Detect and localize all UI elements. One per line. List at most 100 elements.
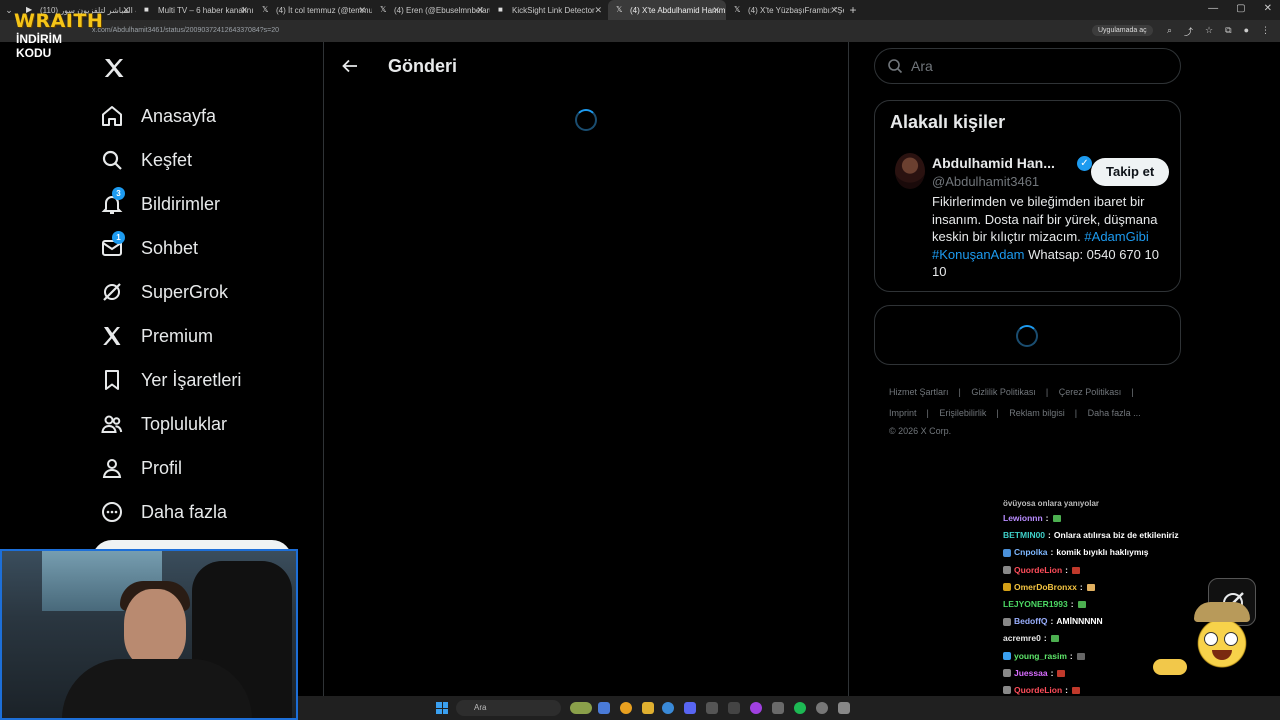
taskbar-app-icon[interactable] [570, 702, 582, 714]
new-tab-button[interactable]: + [844, 3, 862, 17]
chat-emote-icon [1052, 515, 1061, 523]
taskbar-app-icon[interactable] [816, 702, 828, 714]
nav-item-premium[interactable]: Premium [100, 314, 213, 358]
browser-tab[interactable]: ■Multi TV – 6 haber kanalını aynı...✕ [136, 0, 254, 20]
browser-tab[interactable]: 𝕏(4) X'te YüzbaşıFrambı: "Şeyh M...✕ [726, 0, 844, 20]
hashtag-link[interactable]: #AdamGibi [1084, 229, 1148, 244]
footer-link[interactable]: Daha fazla ... [1088, 408, 1141, 418]
close-window-icon[interactable]: ✕ [1264, 3, 1272, 14]
x-icon: 𝕏 [616, 5, 623, 14]
search-input[interactable] [911, 58, 1151, 74]
profile-handle[interactable]: @Abdulhamit3461 [932, 174, 1039, 189]
chat-emote-icon [1072, 566, 1081, 574]
taskbar-app-icon[interactable] [706, 702, 718, 714]
close-tab-icon[interactable]: ✕ [240, 5, 248, 16]
grok-icon [100, 280, 124, 304]
chat-message: Cnpolka: komik bıyıklı haklıymış [1003, 544, 1203, 561]
footer-link[interactable]: Imprint [889, 408, 917, 418]
tv-icon: ■ [144, 5, 149, 14]
footer-link[interactable]: Çerez Politikası [1059, 387, 1122, 397]
chat-emote-icon [1057, 669, 1066, 677]
kebab-menu-icon[interactable]: ⋮ [1261, 25, 1270, 38]
page-title: Gönderi [388, 56, 458, 76]
nav-item-label: Profil [141, 457, 183, 478]
nav-item-profil[interactable]: Profil [100, 446, 182, 490]
chat-username: BETMIN00 [1003, 530, 1046, 541]
browser-tab[interactable]: ■ KickSight Link Detector ✕ [490, 0, 608, 20]
minimize-icon[interactable]: — [1208, 3, 1218, 14]
overlay-emote [1190, 602, 1254, 672]
taskbar-app-icon[interactable] [838, 702, 850, 714]
nav-item-topluluklar[interactable]: Topluluklar [100, 402, 227, 446]
close-tab-icon[interactable]: ✕ [712, 5, 720, 16]
extensions-icon[interactable]: ⧉ [1225, 25, 1231, 38]
close-tab-icon[interactable]: ✕ [122, 5, 130, 16]
chat-separator: : [1048, 530, 1051, 541]
footer-link[interactable]: Gizlilik Politikası [971, 387, 1036, 397]
taskbar-app-icon[interactable] [772, 702, 784, 714]
chat-username: OmerDoBronxx [1014, 581, 1077, 592]
chat-partial-text: övüyosa onlara yanıyolar [1003, 499, 1100, 509]
share-icon[interactable]: ⤴ [1184, 25, 1193, 38]
nav-item-supergrok[interactable]: SuperGrok [100, 270, 228, 314]
open-in-app-button[interactable]: Uygulamada aç [1092, 25, 1153, 36]
communities-icon [100, 412, 124, 436]
profile-bio: Fikirlerimden ve bileğimden ibaret bir i… [932, 193, 1172, 281]
taskbar-app-icon[interactable] [794, 702, 806, 714]
follow-button[interactable]: Takip et [1091, 158, 1170, 186]
close-tab-icon[interactable]: ✕ [476, 5, 484, 16]
close-tab-icon[interactable]: ✕ [594, 5, 602, 16]
chat-username: acremre0 [1003, 633, 1041, 644]
taskbar-app-icon[interactable] [620, 702, 632, 714]
footer-link[interactable]: Erişilebilirlik [939, 408, 986, 418]
nav-item-anasayfa[interactable]: Anasayfa [100, 94, 216, 138]
tab-title: KickSight Link Detector [512, 5, 595, 15]
zoom-icon[interactable]: ⌕ [1167, 25, 1172, 38]
nav-item-yer-i-şaretleri[interactable]: Yer İşaretleri [100, 358, 241, 402]
profile-name-text[interactable]: Abdulhamid Han... [932, 155, 1055, 171]
x-icon: 𝕏 [262, 5, 269, 14]
webcam-overlay [0, 549, 298, 720]
nav-item-sohbet[interactable]: 1 Sohbet [100, 226, 198, 270]
close-tab-icon[interactable]: ✕ [358, 5, 366, 16]
chat-message: LEJYONER1993: [1003, 596, 1203, 613]
footer-link[interactable]: Hizmet Şartları [889, 387, 949, 397]
star-icon[interactable]: ☆ [1205, 25, 1213, 38]
nav-item-keşfet[interactable]: Keşfet [100, 138, 192, 182]
search-icon [100, 148, 124, 172]
browser-tab[interactable]: 𝕏(4) Eren (@Ebuselmnbelarus) /...✕ [372, 0, 490, 20]
search-box[interactable] [874, 48, 1181, 84]
taskbar-app-icon[interactable] [662, 702, 674, 714]
browser-tab[interactable]: 𝕏(4) İt col temmuz (@temmuz19...✕ [254, 0, 372, 20]
stream-chat-overlay: övüyosa onlara yanıyolar Lewionnn: BETMIN… [1003, 499, 1203, 716]
hashtag-link[interactable]: #KonuşanAdam [932, 247, 1025, 262]
toolbar-icons: ⌕ ⤴ ☆ ⧉ ● ⋮ [1167, 25, 1270, 38]
chat-emote-icon [1072, 686, 1081, 694]
home-icon [100, 104, 124, 128]
taskbar-app-icon[interactable] [642, 702, 654, 714]
taskbar-app-icon[interactable] [684, 702, 696, 714]
nav-item-bildirimler[interactable]: 3 Bildirimler [100, 182, 220, 226]
url-text[interactable]: x.com/Abdulhamit3461/status/200903724126… [92, 27, 279, 34]
x-icon: 𝕏 [734, 5, 741, 14]
chat-separator: : [1069, 650, 1073, 661]
start-menu-icon[interactable] [436, 702, 448, 714]
profile-menu-icon[interactable]: ● [1244, 25, 1249, 38]
close-tab-icon[interactable]: ✕ [830, 5, 838, 16]
taskbar-search[interactable]: Ara [456, 700, 561, 716]
chat-username: LEJYONER1993 [1003, 598, 1068, 609]
taskbar-app-icon[interactable] [728, 702, 740, 714]
nav-item-label: Topluluklar [141, 413, 228, 434]
nav-item-daha-fazla[interactable]: Daha fazla [100, 490, 227, 534]
avatar[interactable] [895, 153, 925, 189]
maximize-icon[interactable]: ▢ [1236, 3, 1245, 14]
chat-username: QuordeLion [1014, 564, 1063, 575]
x-logo-icon[interactable] [102, 56, 126, 80]
taskbar-app-icon[interactable] [598, 702, 610, 714]
profile-name[interactable]: Abdulhamid Han... ✓ [932, 155, 1092, 171]
footer-link[interactable]: Reklam bilgisi [1009, 408, 1065, 418]
back-arrow-icon[interactable] [340, 56, 360, 76]
loading-spinner [575, 109, 597, 131]
taskbar-app-icon[interactable] [750, 702, 762, 714]
browser-tab[interactable]: 𝕏 (4) X'te Abdulhamid Hanımı: " ✕ [608, 0, 726, 20]
